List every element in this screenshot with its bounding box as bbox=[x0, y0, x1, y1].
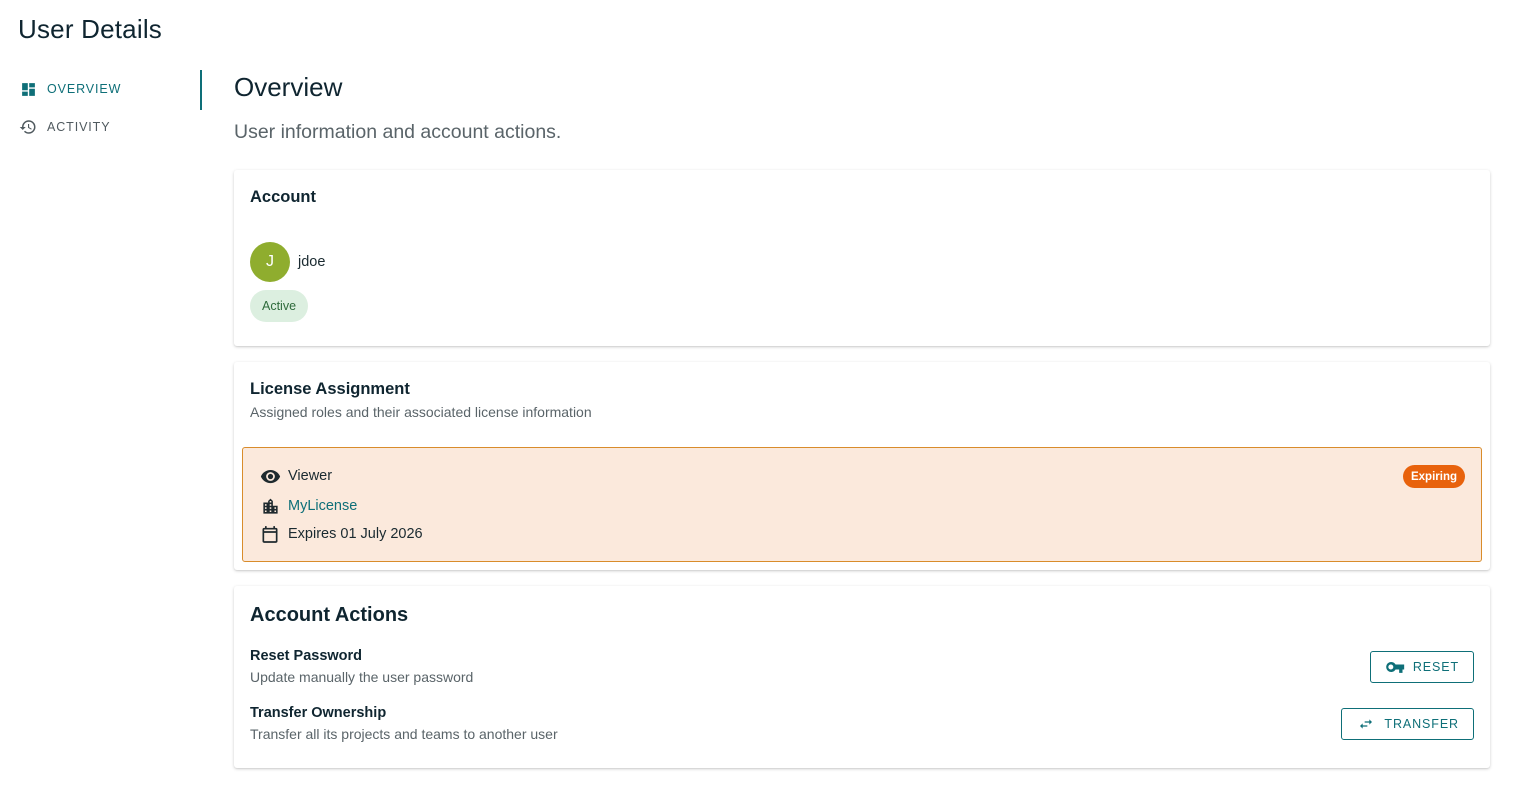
transfer-ownership-row: Transfer Ownership Transfer all its proj… bbox=[250, 705, 1474, 749]
sidebar-item-label: OVERVIEW bbox=[47, 82, 122, 96]
status-badge: Active bbox=[250, 290, 309, 322]
action-description: Update manually the user password bbox=[250, 669, 474, 685]
active-indicator bbox=[200, 70, 202, 110]
user-row: J jdoe bbox=[250, 242, 325, 282]
calendar-icon bbox=[259, 523, 281, 545]
action-name: Transfer Ownership bbox=[250, 705, 387, 721]
action-name: Reset Password bbox=[250, 648, 363, 664]
account-actions-card: Account Actions Reset Password Update ma… bbox=[234, 586, 1490, 768]
expiry-row: Expires 01 July 2026 bbox=[259, 523, 423, 545]
account-card: Account J jdoe Active bbox=[234, 170, 1490, 346]
key-icon bbox=[1385, 659, 1405, 675]
license-card: License Assignment Assigned roles and th… bbox=[234, 362, 1490, 570]
reset-password-row: Reset Password Update manually the user … bbox=[250, 648, 1474, 692]
role-name: Viewer bbox=[288, 468, 333, 484]
main-header: Overview User information and account ac… bbox=[234, 70, 1490, 144]
avatar: J bbox=[250, 242, 290, 282]
license-item: Viewer MyLicense Expires 01 July 2026 Ex… bbox=[242, 447, 1482, 562]
license-row: MyLicense bbox=[259, 495, 357, 517]
dashboard-icon bbox=[19, 80, 37, 98]
building-icon bbox=[259, 495, 281, 517]
section-subtitle: User information and account actions. bbox=[234, 121, 562, 143]
license-card-title: License Assignment bbox=[250, 380, 410, 398]
reset-button-label: RESET bbox=[1412, 660, 1459, 674]
reset-button[interactable]: RESET bbox=[1369, 651, 1474, 683]
action-description: Transfer all its projects and teams to a… bbox=[250, 726, 558, 742]
sidebar-item-label: ACTIVITY bbox=[47, 120, 111, 134]
sidebar-item-overview[interactable]: OVERVIEW bbox=[0, 70, 202, 108]
expiring-badge: Expiring bbox=[1402, 465, 1465, 488]
expiry-date: Expires 01 July 2026 bbox=[288, 526, 423, 542]
page-title: User Details bbox=[18, 14, 162, 44]
account-card-title: Account bbox=[250, 188, 316, 206]
username: jdoe bbox=[298, 254, 326, 270]
eye-icon bbox=[259, 465, 281, 487]
history-icon bbox=[19, 118, 37, 136]
sidebar: OVERVIEW ACTIVITY bbox=[0, 70, 202, 146]
license-card-description: Assigned roles and their associated lice… bbox=[250, 404, 592, 420]
swap-arrows-icon bbox=[1356, 716, 1376, 732]
transfer-button-label: TRANSFER bbox=[1384, 717, 1459, 731]
sidebar-item-activity[interactable]: ACTIVITY bbox=[0, 108, 202, 146]
account-actions-title: Account Actions bbox=[250, 604, 409, 626]
transfer-button[interactable]: TRANSFER bbox=[1341, 708, 1474, 740]
license-link[interactable]: MyLicense bbox=[288, 498, 357, 514]
role-row: Viewer bbox=[259, 465, 332, 487]
section-title: Overview bbox=[234, 72, 343, 102]
